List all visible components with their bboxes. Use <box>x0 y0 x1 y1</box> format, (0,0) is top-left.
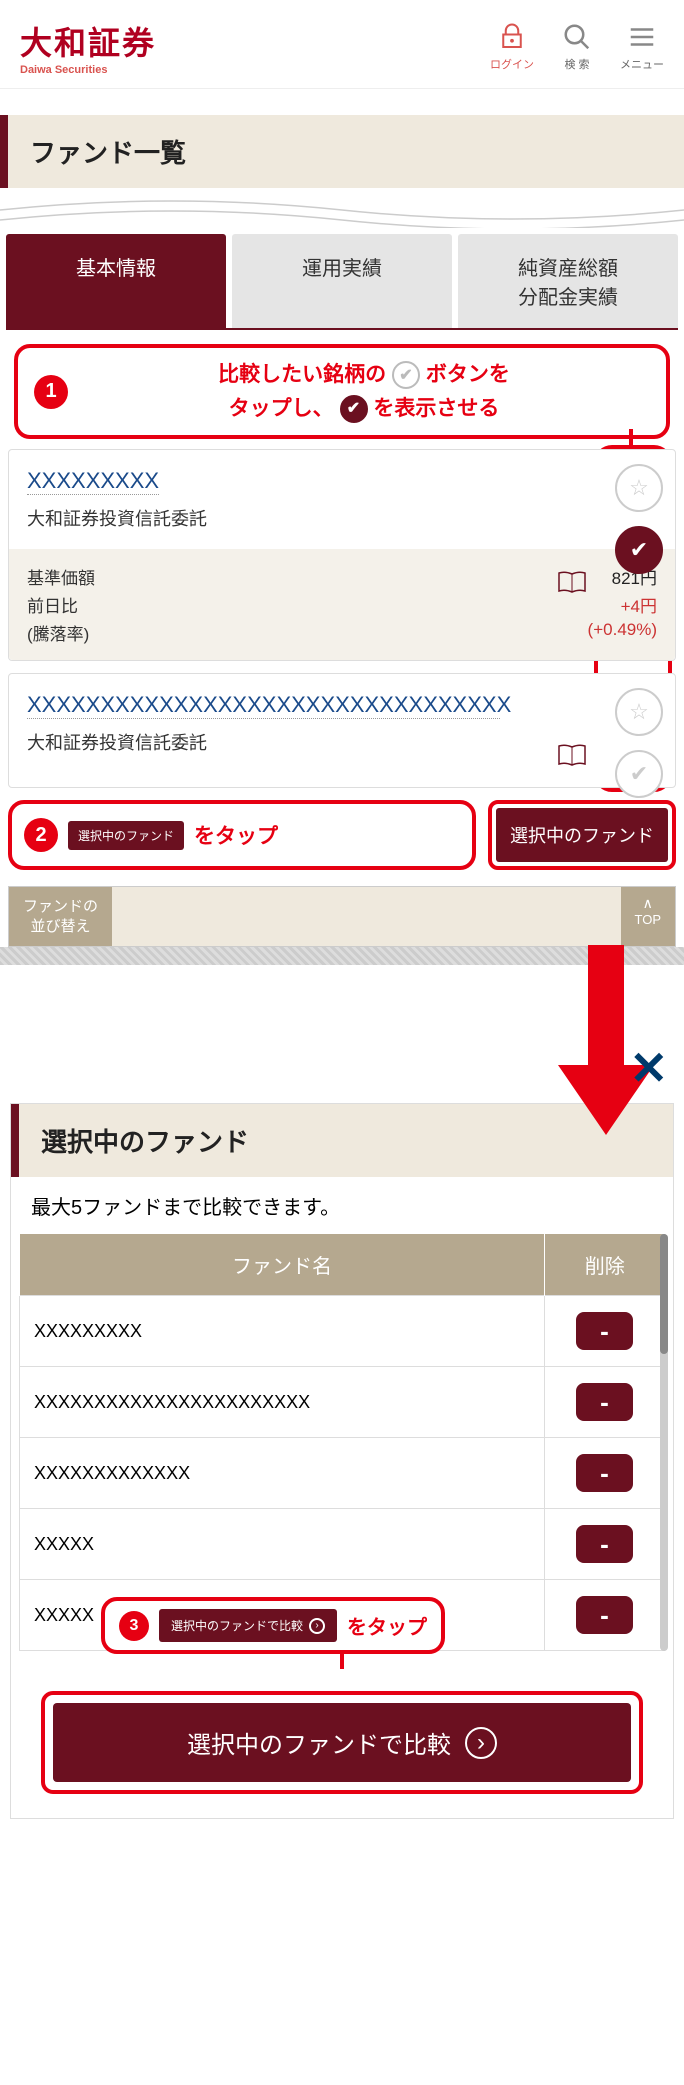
col-delete: 削除 <box>545 1234 665 1296</box>
app-header: 大和証券 Daiwa Securities ログイン 検 索 メニュー <box>0 0 684 89</box>
cell-fund-name: XXXXXXXXXXXXXXXXXXXXXXX <box>20 1367 545 1438</box>
table-row: XXXXXXXXXXXXXXXXXXXXXXX- <box>20 1367 665 1438</box>
callout1-text-a: 比較したい銘柄の <box>218 363 386 386</box>
compare-check-button[interactable]: ✔ <box>615 526 663 574</box>
rate-value: (+0.49%) <box>588 620 657 645</box>
menu-button[interactable]: メニュー <box>620 22 664 72</box>
callout1-text-c: タップし、 <box>229 397 334 420</box>
logo[interactable]: 大和証券 Daiwa Securities <box>20 18 156 76</box>
fund-card: XXXXXXXXXXXXXXXXXXXXXXXXXXXXXXXXX 大和証券投資… <box>8 673 676 788</box>
search-label: 検 索 <box>564 56 589 72</box>
cell-fund-name: XXXXXXXXXXXXX <box>20 1438 545 1509</box>
instruction-row-2: 2 選択中のファンド をタップ 選択中のファンド <box>0 800 684 880</box>
favorite-star-button[interactable]: ☆ <box>615 464 663 512</box>
callout1-text-d: を表示させる <box>373 397 499 420</box>
login-label: ログイン <box>490 56 534 72</box>
content-ellipsis <box>0 192 684 228</box>
prev-diff-label: 前日比 <box>27 592 78 617</box>
search-icon <box>562 22 592 52</box>
selected-funds-button[interactable]: 選択中のファンド <box>496 808 668 862</box>
scrollbar-thumb[interactable] <box>660 1234 668 1354</box>
step-number-2: 2 <box>24 818 58 852</box>
table-row: XXXXXXXXX- <box>20 1296 665 1367</box>
delete-row-button[interactable]: - <box>576 1525 633 1563</box>
tab-basic-info[interactable]: 基本情報 <box>6 234 226 328</box>
check-on-icon: ✔ <box>340 395 368 423</box>
fund-price-panel: 基準価額821円 前日比+4円 (騰落率)(+0.49%) <box>9 549 675 660</box>
fund-name-link[interactable]: XXXXXXXXX <box>27 468 159 495</box>
scroll-top-button[interactable]: ∧TOP <box>621 887 676 946</box>
fund-card: XXXXXXXXX 大和証券投資信託委託 ☆ ✔ 基準価額821円 前日比+4円… <box>8 449 676 661</box>
mini-compare-label: 選択中のファンドで比較 <box>171 1617 303 1634</box>
modal-note: 最大5ファンドまで比較できます。 <box>11 1177 673 1234</box>
compare-button-label: 選択中のファンドで比較 <box>187 1725 451 1760</box>
page-title: ファンド一覧 <box>30 133 662 170</box>
selected-button-highlight: 選択中のファンド <box>488 800 676 870</box>
chevron-right-icon: › <box>309 1618 325 1634</box>
header-actions: ログイン 検 索 メニュー <box>490 22 664 72</box>
flow-arrow-zone: ✕ <box>0 965 684 1085</box>
lock-icon <box>497 22 527 52</box>
sort-button[interactable]: ファンドの 並び替え <box>9 887 112 946</box>
sort-bar: ファンドの 並び替え ∧TOP <box>8 886 676 947</box>
fund-card-zone: XXXXXXXXX 大和証券投資信託委託 ☆ ✔ 基準価額821円 前日比+4円… <box>8 449 676 788</box>
hamburger-icon <box>627 22 657 52</box>
close-button[interactable]: ✕ <box>629 1041 668 1095</box>
modal-body: ファンド名 削除 XXXXXXXXX- XXXXXXXXXXXXXXXXXXXX… <box>11 1234 673 1651</box>
col-fund-name: ファンド名 <box>20 1234 545 1296</box>
cell-fund-name: XXXXXXXXX <box>20 1296 545 1367</box>
tab-bar: 基本情報 運用実績 純資産総額 分配金実績 <box>0 234 684 328</box>
rate-label: (騰落率) <box>27 620 89 645</box>
compare-check-button[interactable]: ✔ <box>615 750 663 798</box>
logo-text: 大和証券 <box>20 18 156 64</box>
card-action-icons: ☆ ✔ <box>615 688 663 798</box>
delete-row-button[interactable]: - <box>576 1383 633 1421</box>
card-action-icons: ☆ ✔ <box>615 464 663 574</box>
search-button[interactable]: 検 索 <box>562 22 592 72</box>
selected-funds-table: ファンド名 削除 XXXXXXXXX- XXXXXXXXXXXXXXXXXXXX… <box>19 1234 665 1651</box>
book-icon[interactable] <box>557 742 587 773</box>
callout3-suffix: をタップ <box>347 1611 427 1640</box>
callout2-suffix: をタップ <box>194 820 278 850</box>
check-off-icon: ✔ <box>392 361 420 389</box>
chevron-right-icon: › <box>465 1727 497 1759</box>
base-price-label: 基準価額 <box>27 564 95 589</box>
prev-diff-value: +4円 <box>621 592 657 617</box>
delete-row-button[interactable]: - <box>576 1312 633 1350</box>
favorite-star-button[interactable]: ☆ <box>615 688 663 736</box>
table-row: XXXXX- <box>20 1509 665 1580</box>
menu-label: メニュー <box>620 56 664 72</box>
tab-underline <box>6 328 678 330</box>
tab-assets[interactable]: 純資産総額 分配金実績 <box>458 234 678 328</box>
top-label: TOP <box>635 912 662 927</box>
step-number-3: 3 <box>119 1611 149 1641</box>
fund-name-link[interactable]: XXXXXXXXXXXXXXXXXXXXXXXXXXXXXXXXX <box>27 692 500 719</box>
instruction-callout-2: 2 選択中のファンド をタップ <box>8 800 476 870</box>
page-title-bar: ファンド一覧 <box>0 115 684 188</box>
logo-subtext: Daiwa Securities <box>20 64 156 76</box>
mini-compare-button: 選択中のファンドで比較 › <box>159 1609 337 1642</box>
compare-selected-button[interactable]: 選択中のファンドで比較 › <box>53 1703 631 1782</box>
delete-row-button[interactable]: - <box>576 1454 633 1492</box>
connector-line <box>629 429 633 449</box>
tab-performance[interactable]: 運用実績 <box>232 234 452 328</box>
callout1-text-b: ボタンを <box>426 363 510 386</box>
table-row: XXXXXXXXXXXXX- <box>20 1438 665 1509</box>
step-number-1: 1 <box>34 375 68 409</box>
fund-company: 大和証券投資信託委託 <box>27 505 657 531</box>
instruction-callout-1: 1 比較したい銘柄の ✔ ボタンを タップし、 ✔ を表示させる <box>14 344 670 439</box>
mini-selected-button: 選択中のファンド <box>68 821 184 850</box>
cell-fund-name: XXXXX <box>20 1509 545 1580</box>
login-button[interactable]: ログイン <box>490 22 534 72</box>
instruction-callout-3: 3 選択中のファンドで比較 › をタップ <box>101 1597 445 1654</box>
book-icon[interactable] <box>557 569 587 600</box>
compare-button-highlight: 選択中のファンドで比較 › <box>41 1691 643 1794</box>
selected-funds-modal: 選択中のファンド 最大5ファンドまで比較できます。 ファンド名 削除 XXXXX… <box>10 1103 674 1819</box>
delete-row-button[interactable]: - <box>576 1596 633 1634</box>
